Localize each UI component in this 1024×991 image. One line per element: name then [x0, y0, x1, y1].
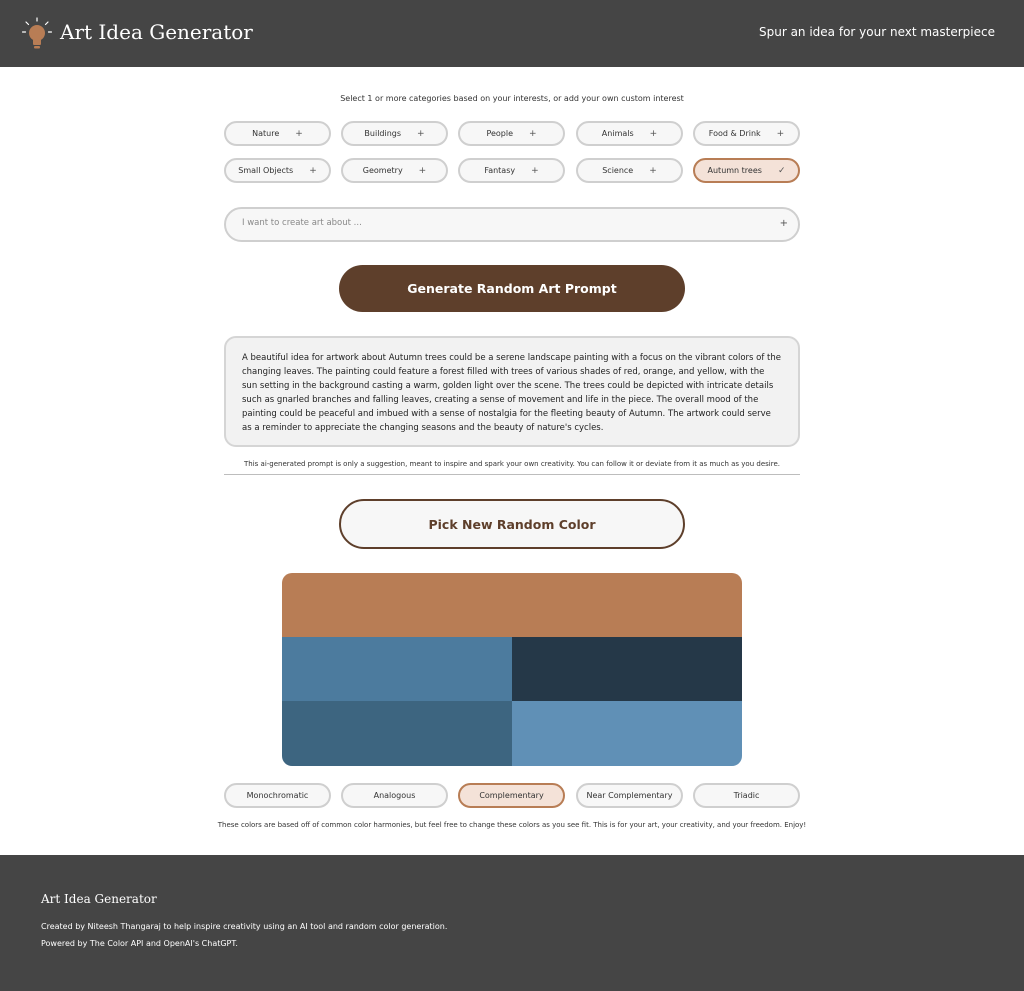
plus-icon: +	[529, 128, 537, 139]
harmony-monochromatic[interactable]: Monochromatic	[224, 783, 331, 808]
tagline: Spur an idea for your next masterpiece	[758, 25, 995, 39]
palette-swatch-5[interactable]	[512, 701, 742, 766]
chip-label: People	[486, 129, 514, 138]
header: Art Idea Generator Spur an idea for your…	[0, 0, 1024, 67]
generated-prompt: A beautiful idea for artwork about Autum…	[224, 336, 800, 447]
add-custom-icon[interactable]: +	[780, 218, 788, 229]
category-chip-food-drink[interactable]: Food & Drink +	[693, 121, 800, 146]
chip-label: Nature	[252, 129, 280, 138]
category-chip-buildings[interactable]: Buildings +	[341, 121, 448, 146]
lightbulb-icon	[22, 17, 52, 49]
category-chip-small-objects[interactable]: Small Objects +	[224, 158, 331, 183]
color-palette	[282, 573, 742, 766]
palette-swatch-4[interactable]	[282, 701, 512, 766]
palette-swatch-2[interactable]	[282, 637, 512, 702]
chip-label: Fantasy	[484, 166, 516, 175]
chip-label: Geometry	[362, 166, 403, 175]
category-chip-animals[interactable]: Animals +	[576, 121, 683, 146]
chip-label: Buildings	[364, 129, 402, 138]
harmony-analogous[interactable]: Analogous	[341, 783, 448, 808]
chip-label: Autumn trees	[707, 166, 762, 175]
category-chip-autumn-trees[interactable]: Autumn trees ✓	[693, 158, 800, 183]
custom-interest-input[interactable]	[242, 218, 762, 228]
plus-icon: +	[418, 165, 427, 176]
color-harmony-note: These colors are based off of common col…	[217, 821, 807, 829]
footer: Art Idea Generator Created by Niteesh Th…	[0, 855, 1024, 991]
footer-credit: Created by Niteesh Thangaraj to help ins…	[41, 922, 448, 931]
plus-icon: +	[649, 165, 657, 176]
chip-label: Small Objects	[238, 166, 294, 175]
app-title: Art Idea Generator	[60, 20, 253, 44]
plus-icon: +	[776, 128, 785, 139]
chip-label: Food & Drink	[708, 129, 761, 138]
category-chip-science[interactable]: Science +	[576, 158, 683, 183]
plus-icon: +	[295, 128, 303, 139]
harmony-triadic[interactable]: Triadic	[693, 783, 800, 808]
category-chip-people[interactable]: People +	[458, 121, 565, 146]
custom-interest-field: +	[224, 207, 800, 242]
plus-icon: +	[309, 165, 317, 176]
plus-icon: +	[649, 128, 658, 139]
category-chip-geometry[interactable]: Geometry +	[341, 158, 448, 183]
footer-powered-by: Powered by The Color API and OpenAI's Ch…	[41, 939, 238, 948]
section-divider	[224, 474, 800, 475]
harmony-near-complementary[interactable]: Near Complementary	[576, 783, 683, 808]
category-instruction: Select 1 or more categories based on you…	[340, 94, 684, 103]
chip-label: Animals	[601, 129, 634, 138]
harmony-complementary[interactable]: Complementary	[458, 783, 565, 808]
chip-label: Science	[602, 166, 634, 175]
pick-random-color-button[interactable]: Pick New Random Color	[339, 499, 685, 549]
check-icon: ✓	[777, 165, 786, 176]
palette-swatch-base[interactable]	[282, 573, 742, 638]
prompt-disclaimer: This ai-generated prompt is only a sugge…	[244, 460, 780, 468]
palette-swatch-3[interactable]	[512, 637, 742, 702]
footer-title: Art Idea Generator	[41, 892, 157, 906]
plus-icon: +	[417, 128, 425, 139]
category-chip-nature[interactable]: Nature +	[224, 121, 331, 146]
plus-icon: +	[531, 165, 539, 176]
generate-prompt-button[interactable]: Generate Random Art Prompt	[339, 265, 685, 312]
category-chip-fantasy[interactable]: Fantasy +	[458, 158, 565, 183]
